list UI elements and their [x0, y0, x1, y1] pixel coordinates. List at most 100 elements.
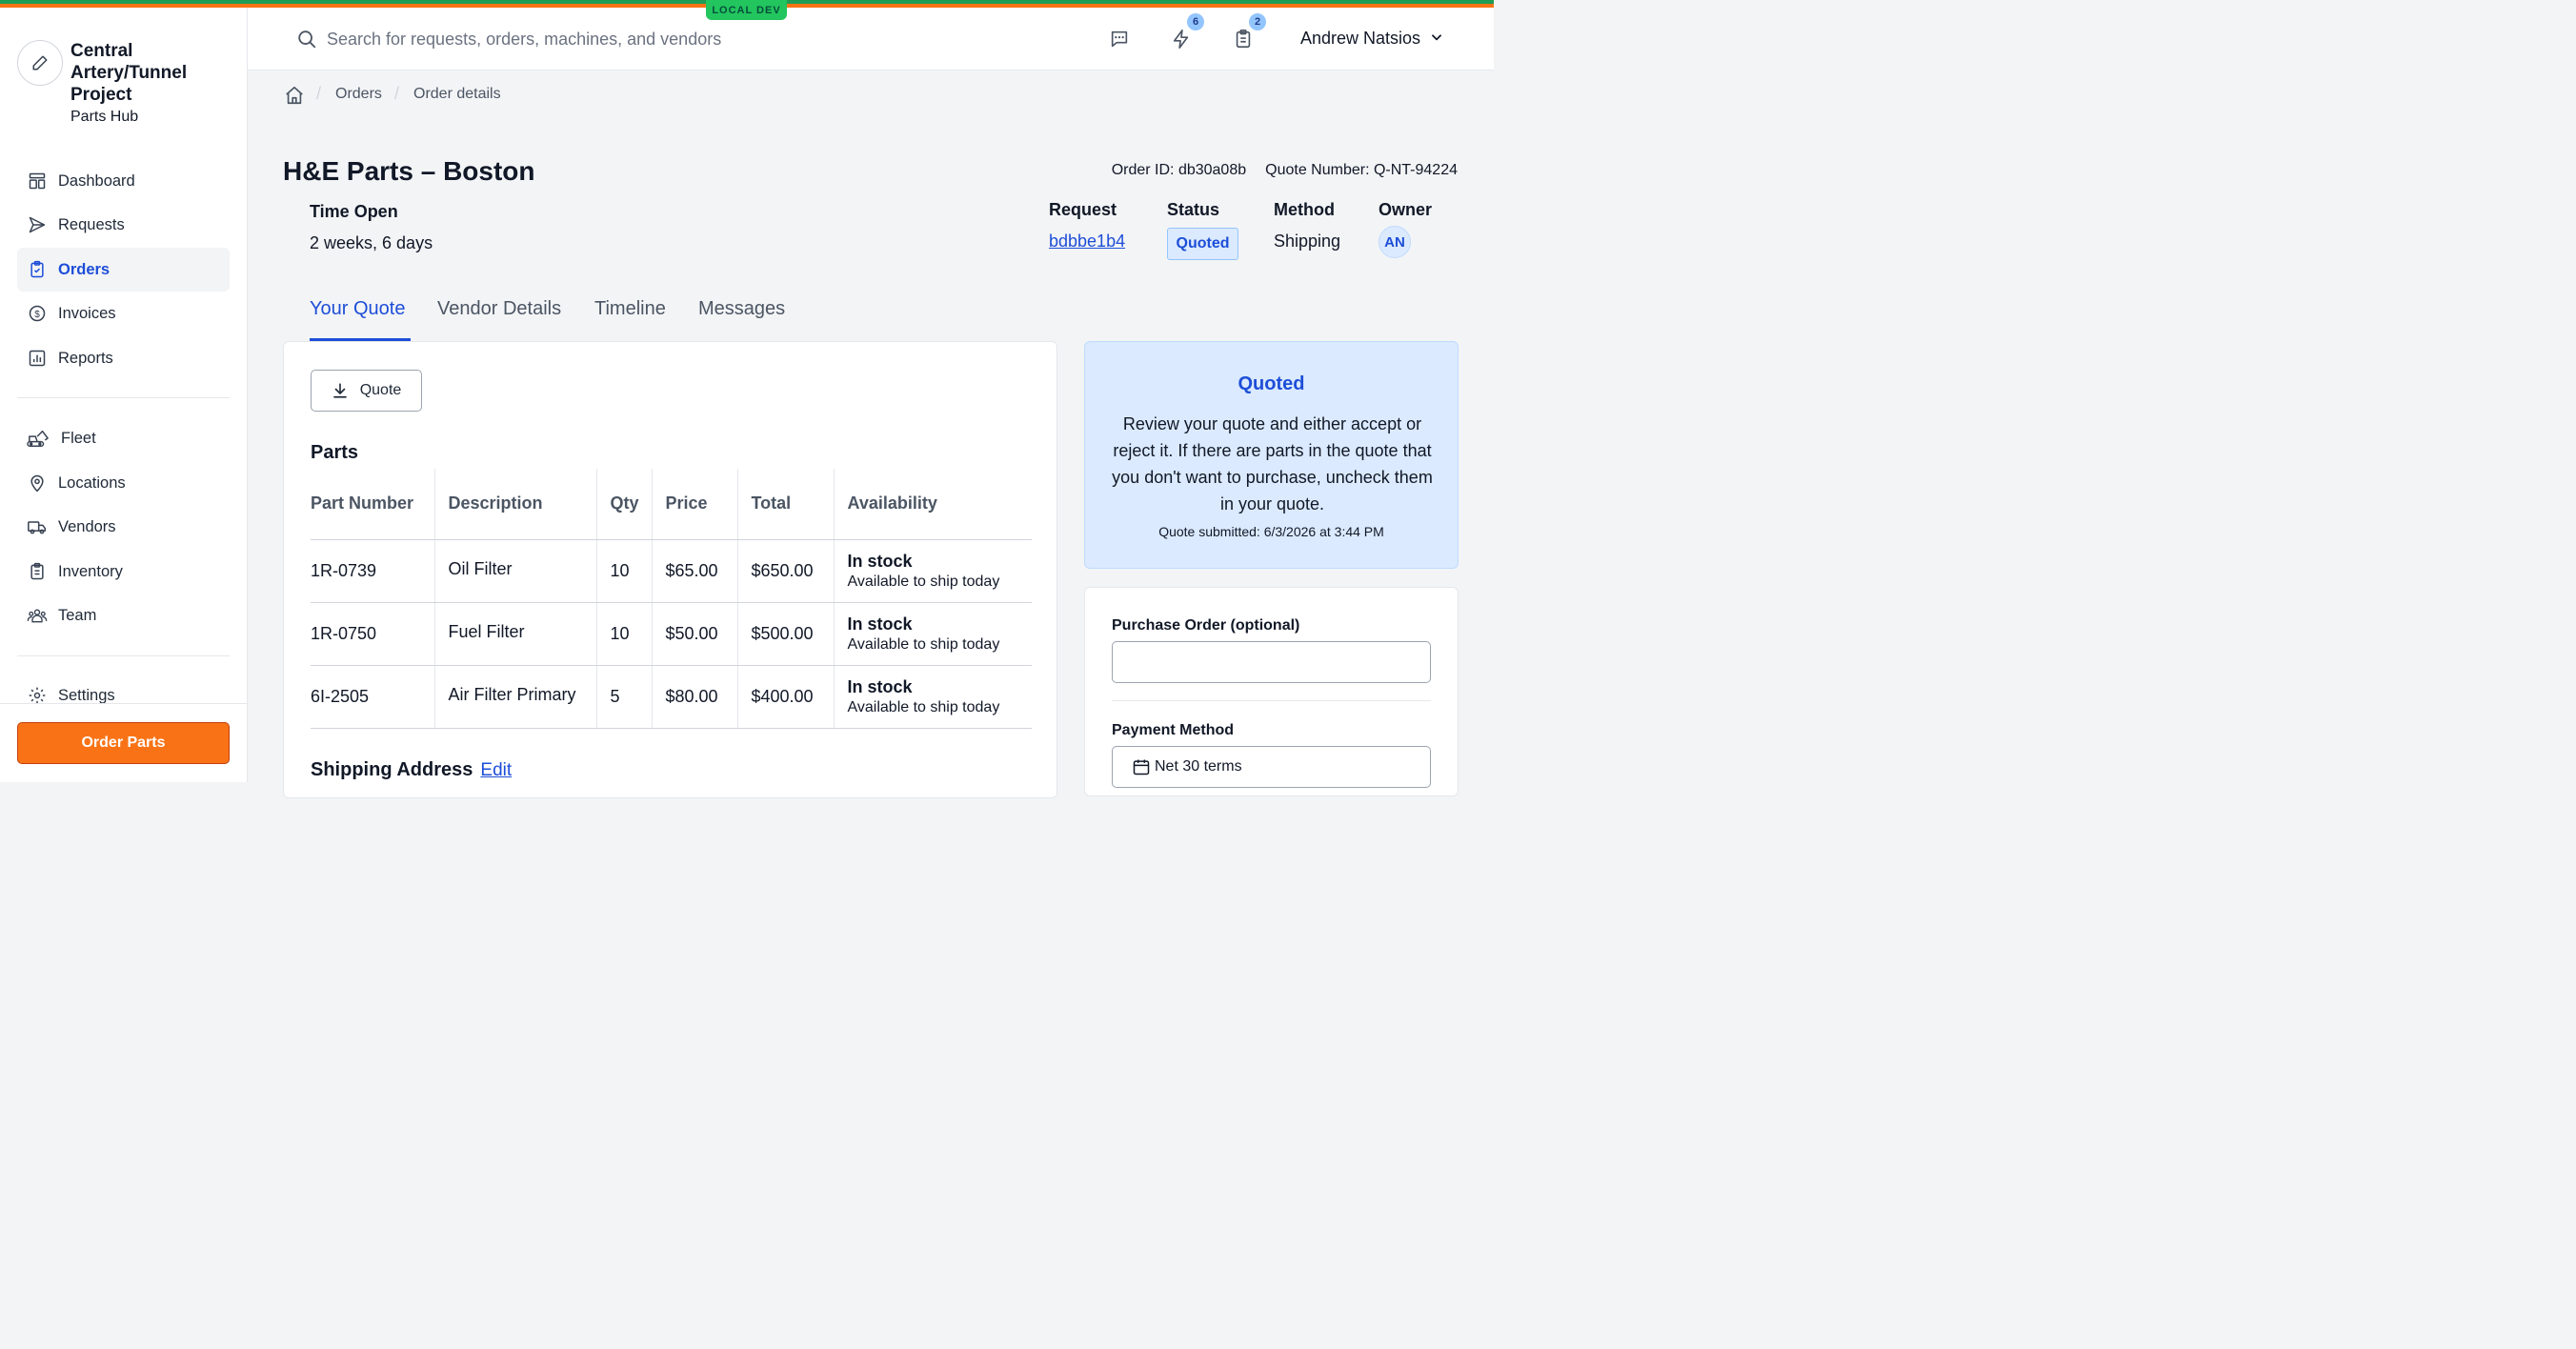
part-total: $500.00: [737, 602, 835, 666]
sidebar-item-label: Invoices: [58, 304, 116, 322]
status-label: Status: [1167, 200, 1220, 219]
quote-status-card: Quoted Review your quote and either acce…: [1084, 341, 1459, 569]
method-label: Method: [1274, 200, 1335, 219]
request-link[interactable]: bdbbe1b4: [1049, 232, 1125, 252]
part-price: $65.00: [652, 539, 738, 603]
shipping-address-label: Shipping Address: [311, 759, 473, 780]
breadcrumb-current: Order details: [413, 86, 501, 102]
sidebar-item-fleet[interactable]: Fleet: [17, 416, 230, 460]
part-number: 6I-2505: [311, 665, 435, 729]
part-price: $50.00: [652, 602, 738, 666]
sidebar-item-locations[interactable]: Locations: [17, 461, 230, 505]
sidebar-item-label: Dashboard: [58, 171, 135, 190]
part-availability: In stock Available to ship today: [834, 602, 1032, 666]
purchase-form-card: Purchase Order (optional) Payment Method…: [1084, 587, 1459, 796]
column-header: Price: [652, 469, 738, 540]
sidebar-item-inventory[interactable]: Inventory: [17, 550, 230, 594]
project-subtitle: Parts Hub: [70, 109, 139, 125]
search-input[interactable]: [327, 24, 898, 54]
dashboard-icon: [27, 171, 48, 191]
quote-number: Quote Number: Q-NT-94224: [1265, 162, 1458, 178]
payment-method-value: Net 30 terms: [1155, 758, 1242, 775]
purchase-order-input[interactable]: [1112, 641, 1431, 683]
bar-chart-icon: [27, 348, 48, 369]
sidebar-item-reports[interactable]: Reports: [17, 336, 230, 380]
part-total: $400.00: [737, 665, 835, 729]
order-ids: Order ID: db30a08b Quote Number: Q-NT-942…: [1112, 162, 1458, 179]
order-parts-button[interactable]: Order Parts: [17, 722, 230, 764]
parts-table: Part Number Description Qty Price Total …: [311, 469, 1032, 729]
tasks-count-badge: 2: [1249, 13, 1266, 30]
part-availability: In stock Available to ship today: [834, 665, 1032, 729]
sidebar-item-invoices[interactable]: $ Invoices: [17, 292, 230, 335]
send-icon: [27, 214, 48, 235]
sidebar-item-settings[interactable]: Settings: [17, 674, 230, 717]
sidebar-divider: [17, 655, 230, 656]
sidebar-item-team[interactable]: Team: [17, 594, 230, 637]
table-header-row: Part Number Description Qty Price Total …: [311, 469, 1032, 540]
table-row: 6I-2505 Air Filter Primary 5 $80.00 $400…: [311, 665, 1032, 729]
column-header: Description: [434, 469, 597, 540]
sidebar-item-requests[interactable]: Requests: [17, 203, 230, 247]
env-badge: LOCAL DEV: [706, 0, 787, 20]
part-qty: 10: [596, 539, 653, 603]
availability-note: Available to ship today: [847, 635, 1000, 653]
availability-status: In stock: [847, 676, 913, 696]
owner-avatar[interactable]: AN: [1379, 226, 1411, 258]
table-row: 1R-0750 Fuel Filter 10 $50.00 $500.00 In…: [311, 602, 1032, 666]
sidebar-item-label: Inventory: [58, 562, 123, 580]
sidebar-item-dashboard[interactable]: Dashboard: [17, 159, 230, 203]
tab-timeline[interactable]: Timeline: [594, 298, 666, 320]
sidebar-item-label: Settings: [58, 686, 115, 704]
part-description: Fuel Filter: [434, 602, 597, 666]
quote-status-message: Review your quote and either accept or r…: [1112, 414, 1433, 513]
home-icon[interactable]: [284, 85, 305, 111]
sidebar-item-label: Team: [58, 606, 97, 624]
sidebar-item-orders[interactable]: Orders: [17, 248, 230, 292]
download-quote-button[interactable]: Quote: [311, 370, 422, 412]
quote-panel: Quote Parts Part Number Description Qty …: [283, 341, 1057, 798]
messages-icon[interactable]: [1107, 27, 1132, 51]
chevron-down-icon: [1430, 29, 1443, 49]
breadcrumb-orders[interactable]: Orders: [335, 86, 382, 103]
part-qty: 10: [596, 602, 653, 666]
excavator-icon: [25, 428, 51, 449]
clipboard-list-icon: [27, 561, 48, 582]
parts-title: Parts: [311, 442, 359, 463]
time-open-label: Time Open: [310, 202, 398, 221]
dollar-circle-icon: $: [27, 303, 48, 324]
user-menu[interactable]: Andrew Natsios: [1300, 29, 1443, 49]
svg-text:$: $: [34, 310, 40, 320]
clipboard-icon[interactable]: [1231, 27, 1256, 51]
edit-shipping-link[interactable]: Edit: [480, 760, 512, 780]
part-number: 1R-0739: [311, 539, 435, 603]
method-value: Shipping: [1274, 232, 1341, 251]
column-header: Qty: [596, 469, 653, 540]
status-badge: Quoted: [1167, 228, 1238, 260]
calendar-icon: [1132, 757, 1151, 776]
breadcrumb-separator: /: [394, 84, 400, 103]
download-icon: [332, 382, 349, 399]
breadcrumb-separator: /: [316, 84, 322, 103]
payment-method-select[interactable]: Net 30 terms: [1112, 746, 1431, 788]
tab-your-quote[interactable]: Your Quote: [310, 298, 405, 320]
part-number: 1R-0750: [311, 602, 435, 666]
quote-button-label: Quote: [359, 382, 402, 398]
time-open-value: 2 weeks, 6 days: [310, 233, 433, 252]
activity-count-badge: 6: [1187, 13, 1204, 30]
payment-method-label: Payment Method: [1112, 722, 1235, 738]
top-header: 6 2 Andrew Natsios: [248, 8, 1494, 70]
project-edit-button[interactable]: [17, 40, 63, 86]
availability-note: Available to ship today: [847, 698, 1000, 715]
sidebar-footer-divider: [0, 703, 248, 704]
sidebar-item-label: Orders: [58, 260, 111, 278]
tab-messages[interactable]: Messages: [698, 298, 785, 320]
availability-status: In stock: [847, 551, 913, 571]
tab-vendor-details[interactable]: Vendor Details: [437, 298, 561, 320]
form-divider: [1112, 700, 1431, 701]
lightning-icon[interactable]: [1169, 27, 1194, 51]
clipboard-check-icon: [27, 259, 48, 280]
request-label: Request: [1049, 200, 1117, 219]
sidebar-item-vendors[interactable]: Vendors: [17, 505, 230, 549]
user-name: Andrew Natsios: [1300, 29, 1421, 48]
